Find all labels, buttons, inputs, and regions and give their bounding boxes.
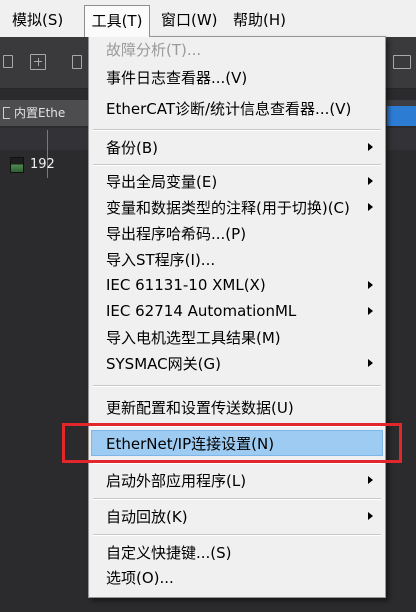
toolbar-button-icon[interactable] xyxy=(3,55,13,68)
menu-separator xyxy=(91,376,383,394)
toolbar-button-icon[interactable] xyxy=(72,55,82,69)
right-panel-tab[interactable] xyxy=(387,106,416,126)
menu-item-import-st-program[interactable]: 导入ST程序(I)... xyxy=(91,246,383,272)
menu-item-label: 备份(B) xyxy=(106,138,158,157)
menu-item-iec-61131-10-xml[interactable]: IEC 61131-10 XML(X) xyxy=(91,272,383,298)
menu-item-label: 导出程序哈希码...(P) xyxy=(106,224,247,243)
menu-item-label: 变量和数据类型的注释(用于切换)(C) xyxy=(106,198,350,217)
menu-item-event-log-viewer[interactable]: 事件日志查看器...(V) xyxy=(91,61,383,93)
menubar-item-tools[interactable]: 工具(T) xyxy=(84,5,150,37)
menu-item-sysmac-gateway[interactable]: SYSMAC网关(G) xyxy=(91,350,383,376)
menu-item-iec-62714-automationml[interactable]: IEC 62714 AutomationML xyxy=(91,298,383,324)
menu-separator xyxy=(91,492,383,504)
submenu-arrow-icon xyxy=(368,307,373,315)
menu-item-label: 事件日志查看器...(V) xyxy=(106,68,248,87)
menu-separator xyxy=(91,528,383,540)
menu-item-variable-comments[interactable]: 变量和数据类型的注释(用于切换)(C) xyxy=(91,194,383,220)
device-icon xyxy=(10,157,24,173)
menu-item-update-transfer-data[interactable]: 更新配置和设置传送数据(U) xyxy=(91,394,383,420)
menu-item-label: 更新配置和设置传送数据(U) xyxy=(106,398,294,417)
submenu-arrow-icon xyxy=(368,177,373,185)
submenu-arrow-icon xyxy=(368,203,373,211)
toolbar-button-icon[interactable] xyxy=(393,55,411,69)
menu-separator xyxy=(91,123,383,135)
menu-item-ethercat-diagnostics-viewer[interactable]: EtherCAT诊断/统计信息查看器...(V) xyxy=(91,93,383,123)
tools-menu: 故障分析(T)... 事件日志查看器...(V) EtherCAT诊断/统计信息… xyxy=(88,36,386,598)
device-address: 192 xyxy=(30,157,55,172)
menu-item-label: 启动外部应用程序(L) xyxy=(106,471,247,490)
menu-item-label: IEC 61131-10 XML(X) xyxy=(106,276,266,294)
submenu-arrow-icon xyxy=(368,512,373,520)
menu-item-label: 自定义快捷键...(S) xyxy=(106,543,232,562)
menu-item-export-global-variables[interactable]: 导出全局变量(E) xyxy=(91,168,383,194)
menubar-item-window[interactable]: 窗口(W) xyxy=(157,6,222,34)
menu-item-label: 导入ST程序(I)... xyxy=(106,250,216,269)
menu-item-auto-playback[interactable]: 自动回放(K) xyxy=(91,504,383,528)
menu-item-backup[interactable]: 备份(B) xyxy=(91,135,383,159)
panel-tab-builtin-ethernet[interactable]: 内置Ethe xyxy=(0,100,88,126)
menu-item-label: 导出全局变量(E) xyxy=(106,172,218,191)
menu-item-options[interactable]: 选项(O)... xyxy=(91,564,383,590)
menu-item-label: SYSMAC网关(G) xyxy=(106,354,221,373)
menu-item-label: EtherCAT诊断/统计信息查看器...(V) xyxy=(106,99,352,118)
menu-item-label: 故障分析(T)... xyxy=(106,40,202,59)
toolbar-grid-icon[interactable] xyxy=(30,54,46,70)
menubar-item-help[interactable]: 帮助(H) xyxy=(229,6,290,34)
menu-item-export-program-hash[interactable]: 导出程序哈希码...(P) xyxy=(91,220,383,246)
submenu-arrow-icon xyxy=(368,281,373,289)
menu-item-customize-shortcuts[interactable]: 自定义快捷键...(S) xyxy=(91,540,383,564)
highlight-annotation-box xyxy=(62,423,402,463)
submenu-arrow-icon xyxy=(368,476,373,484)
menu-item-label: 选项(O)... xyxy=(106,568,174,587)
submenu-arrow-icon xyxy=(368,143,373,151)
panel-tab-icon xyxy=(3,107,10,119)
menu-item-fault-analysis: 故障分析(T)... xyxy=(91,37,383,61)
submenu-arrow-icon xyxy=(368,359,373,367)
menubar-item-simulation[interactable]: 模拟(S) xyxy=(8,6,67,34)
menu-item-label: 自动回放(K) xyxy=(106,507,188,526)
menu-separator xyxy=(91,159,383,168)
menu-item-launch-external-application[interactable]: 启动外部应用程序(L) xyxy=(91,468,383,492)
panel-tab-label: 内置Ethe xyxy=(14,106,66,120)
menu-bar: 模拟(S) 工具(T) 窗口(W) 帮助(H) xyxy=(0,0,416,37)
menu-item-import-motor-sizing-results[interactable]: 导入电机选型工具结果(M) xyxy=(91,324,383,350)
menu-item-label: IEC 62714 AutomationML xyxy=(106,302,297,320)
menu-item-label: 导入电机选型工具结果(M) xyxy=(106,328,281,347)
